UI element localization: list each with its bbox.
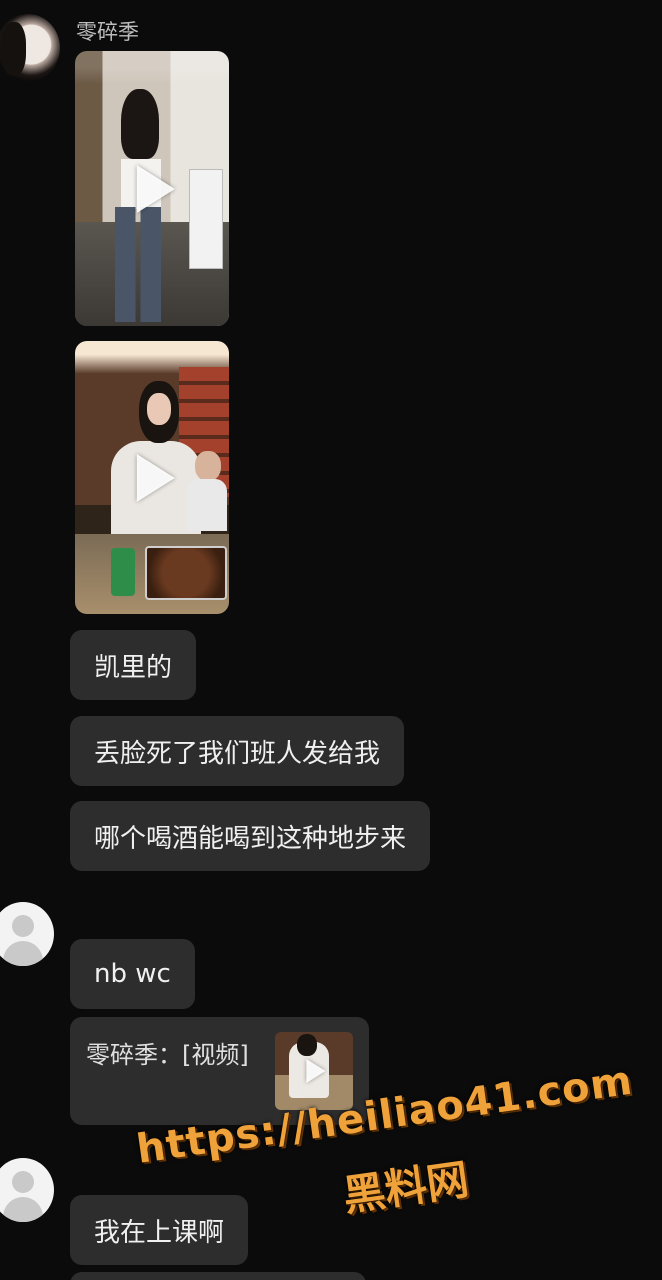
watermark-name: 黑料网: [340, 1154, 472, 1221]
play-icon[interactable]: [136, 453, 175, 502]
message-bubble[interactable]: nb wc: [70, 939, 195, 1009]
play-icon[interactable]: [306, 1059, 326, 1083]
sender-avatar[interactable]: [0, 14, 60, 82]
play-icon[interactable]: [136, 164, 175, 213]
message-bubble[interactable]: 丢脸死了我们班人发给我: [70, 716, 405, 786]
video-can: [111, 548, 135, 596]
sender-name: 零碎季: [76, 20, 139, 44]
video-tray: [145, 546, 227, 600]
forwarded-text: 零碎季：[视频]: [86, 1041, 249, 1069]
message-bubble[interactable]: 凯里的: [70, 630, 197, 700]
avatar-hair: [0, 22, 26, 76]
message-bubble[interactable]: 哪个喝酒能喝到这种地步来: [70, 801, 431, 871]
video-person-2: [187, 451, 227, 531]
video-cabinet: [189, 169, 223, 269]
video-message-2[interactable]: [75, 341, 229, 614]
chat-screen: 零碎季 凯里的 丢脸死了我们班人发给我 哪个喝酒能喝到这种地步来 nb wc 零…: [0, 0, 662, 1280]
message-bubble-partial: [70, 1272, 366, 1280]
video-message-1[interactable]: [75, 51, 229, 326]
default-avatar-icon[interactable]: [0, 1158, 54, 1222]
default-avatar-icon[interactable]: [0, 902, 54, 966]
